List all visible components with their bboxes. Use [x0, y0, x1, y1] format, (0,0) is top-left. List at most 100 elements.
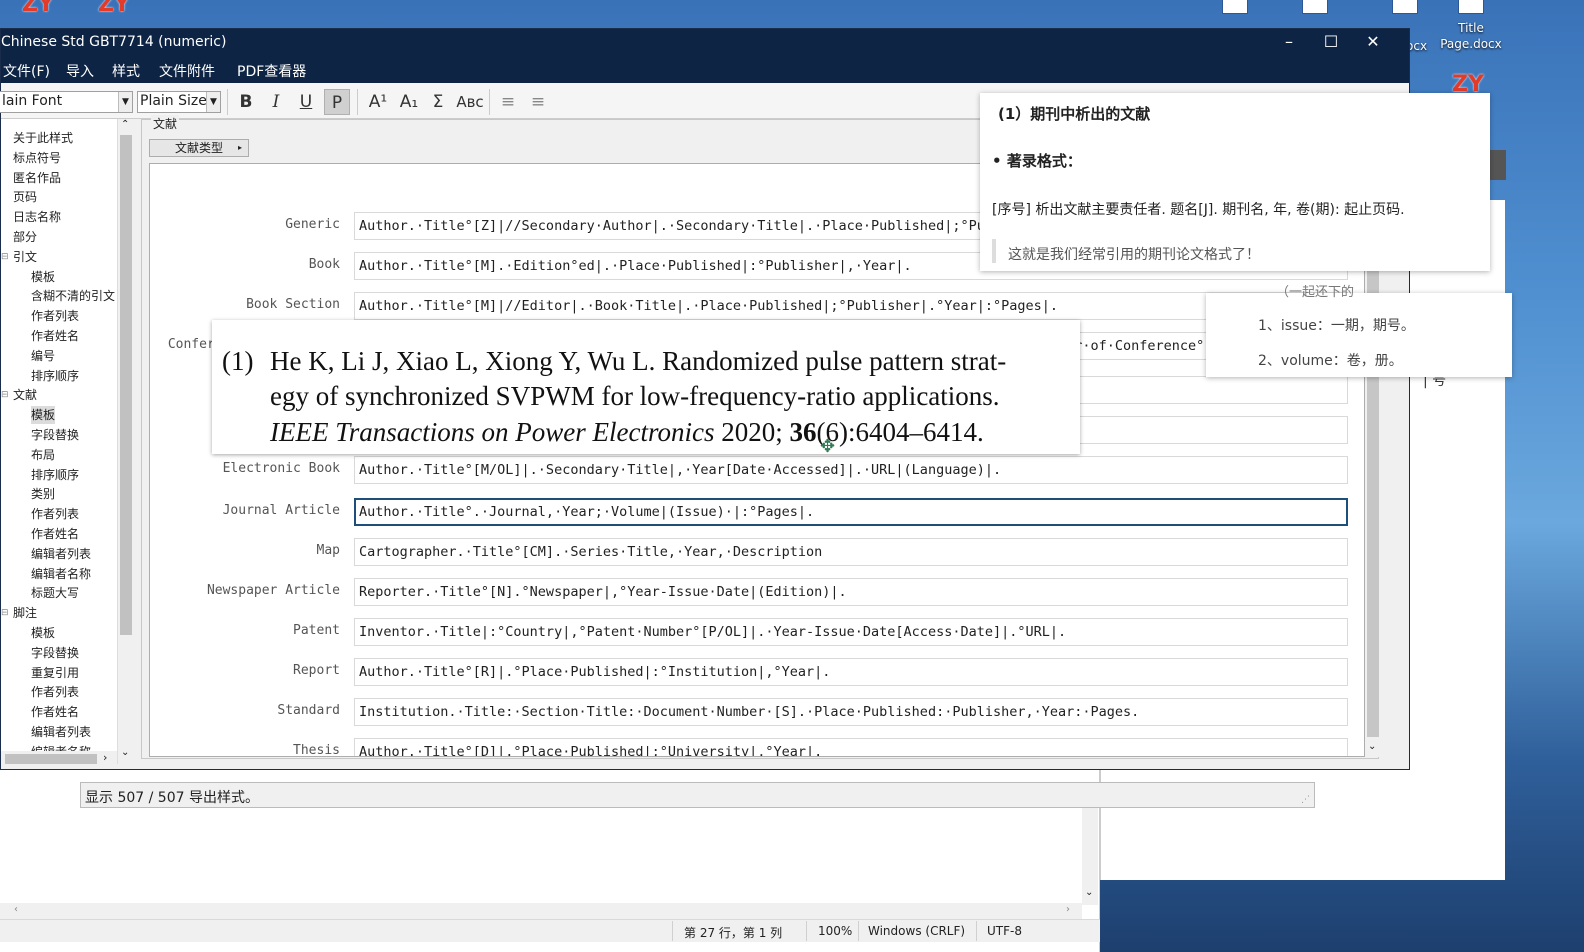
align-center-button[interactable]: ≡	[525, 89, 551, 115]
field-label: Thesis	[293, 743, 340, 757]
tree-item[interactable]: 作者列表	[31, 505, 79, 523]
close-icon[interactable]: ✕	[1353, 31, 1393, 55]
template-field[interactable]: Author.·Title°[M]|//Editor|.·Book·Title|…	[354, 292, 1348, 320]
field-label: Standard	[277, 703, 340, 718]
chevron-left-icon[interactable]: ‹	[14, 904, 18, 915]
italic-button[interactable]: I	[263, 89, 289, 115]
subscript-button[interactable]: A₁	[396, 89, 422, 115]
menu-pdf-viewer[interactable]: PDF查看器	[237, 61, 306, 81]
menu-file[interactable]: 文件(F)	[3, 61, 50, 81]
template-field[interactable]: Cartographer.·Title°[CM].·Series·Title,·…	[354, 538, 1348, 566]
popup-note: 这就是我们经常引用的期刊论文格式了！	[1008, 247, 1260, 263]
size-combo[interactable]: Plain Size ▼	[137, 91, 221, 113]
tree-item[interactable]: 字段替换	[31, 644, 79, 662]
align-left-button[interactable]: ≡	[495, 89, 521, 115]
zy-badge: ZY	[98, 0, 130, 17]
tree-item[interactable]: 编辑者名称	[31, 565, 91, 583]
plain-button[interactable]: P	[324, 89, 350, 115]
tree-item[interactable]: 字段替换	[31, 426, 79, 444]
tree-item[interactable]: 编辑者列表	[31, 545, 91, 563]
tree-item[interactable]: 排序顺序	[31, 466, 79, 484]
template-field[interactable]: Inventor.·Title|:°Country|,°Patent·Numbe…	[354, 618, 1348, 646]
tree-item[interactable]: 作者姓名	[31, 525, 79, 543]
minimize-icon[interactable]: –	[1269, 31, 1309, 55]
chevron-down-icon[interactable]: ⌄	[1085, 887, 1093, 898]
field-label: Newspaper Article	[206, 583, 340, 598]
word-doc-icon	[1302, 0, 1328, 14]
scrollbar-thumb[interactable]	[5, 754, 97, 764]
desktop-icon-doc[interactable]	[1290, 0, 1340, 14]
template-field[interactable]: Author.·Title°[R]|.°Place·Published|:°In…	[354, 658, 1348, 686]
chevron-down-icon[interactable]: ⌄	[1368, 741, 1376, 752]
reference-type-button[interactable]: 文献类型 ▸	[149, 139, 249, 157]
chevron-right-icon[interactable]: ›	[103, 751, 107, 764]
tree-item[interactable]: 标点符号	[13, 149, 61, 167]
notepad-horizontal-scrollbar[interactable]: ‹ ›	[0, 903, 1082, 919]
bold-button[interactable]: B	[233, 89, 259, 115]
resize-grip-icon[interactable]: ⋰	[1301, 795, 1310, 805]
menu-style[interactable]: 样式	[112, 61, 140, 81]
font-combo[interactable]: lain Font ▼	[0, 91, 133, 113]
tree-vertical-scrollbar[interactable]: ⌃ ⌄	[117, 119, 133, 764]
superscript-button[interactable]: A¹	[365, 89, 391, 115]
tree-item[interactable]: 引文	[13, 248, 37, 266]
tree-item[interactable]: 标题大写	[31, 584, 79, 602]
title-bar[interactable]: Chinese Std GBT7714 (numeric) – ☐ ✕	[1, 29, 1409, 57]
tree-item[interactable]: 重复引用	[31, 664, 79, 682]
template-field[interactable]: Reporter.·Title°[N].°Newspaper|,°Year-Is…	[354, 578, 1348, 606]
tree-item[interactable]: 模板	[31, 624, 55, 642]
tree-item[interactable]: 匿名作品	[13, 169, 61, 187]
chevron-down-icon[interactable]: ▼	[206, 92, 220, 112]
tree-horizontal-scrollbar[interactable]: ›	[1, 751, 117, 767]
maximize-icon[interactable]: ☐	[1311, 31, 1351, 55]
tree-item[interactable]: 模板	[31, 406, 56, 425]
word-doc-icon	[1392, 0, 1418, 14]
expander-icon[interactable]: ⊟	[1, 604, 9, 622]
desktop-icon-title-page[interactable]: Title Page.docx	[1436, 0, 1506, 52]
chevron-right-icon[interactable]: ›	[1066, 904, 1070, 915]
template-field[interactable]: Author.·Title°[M/OL]|.·Secondary·Title|,…	[354, 456, 1348, 484]
tree-item[interactable]: 部分	[13, 228, 37, 246]
symbol-button[interactable]: Σ	[425, 89, 451, 115]
expander-icon[interactable]: ⊟	[1, 386, 9, 404]
popup-bullet: 著录格式：	[1006, 152, 1082, 170]
underline-button[interactable]: U	[293, 89, 319, 115]
tree-item[interactable]: 排序顺序	[31, 367, 79, 385]
template-field[interactable]: Institution.·Title:·Section·Title:·Docum…	[354, 698, 1348, 726]
menu-import[interactable]: 导入	[66, 61, 94, 81]
tree-item[interactable]: 模板	[31, 268, 55, 286]
citation-issue-pages: (6):6404–6414.	[816, 417, 984, 447]
notepad-status-bar: 第 27 行，第 1 列 100% Windows (CRLF) UTF-8	[0, 919, 1100, 942]
menu-attachments[interactable]: 文件附件	[159, 61, 215, 81]
tree-item[interactable]: 作者列表	[31, 307, 79, 325]
tree-item[interactable]: 文献	[13, 386, 37, 404]
tree-item[interactable]: 日志名称	[13, 208, 61, 226]
tree-item[interactable]: 页码	[13, 188, 37, 206]
tree-item[interactable]: 作者姓名	[31, 327, 79, 345]
citation-line-2: egy of synchronized SVPWM for low-freque…	[270, 381, 1000, 411]
desktop-icon-ocx[interactable]: ocx	[1380, 0, 1430, 53]
citation-year: 2020;	[721, 417, 783, 447]
field-label: Report	[293, 663, 340, 678]
chevron-up-icon[interactable]: ⌃	[121, 119, 129, 130]
scrollbar-thumb[interactable]	[120, 135, 132, 635]
tree-item[interactable]: 关于此样式	[13, 129, 73, 147]
template-field[interactable]: Author.·Title°.·Journal,·Year;·Volume|(I…	[354, 498, 1348, 526]
notepad-vertical-scrollbar[interactable]: ⌄	[1082, 805, 1098, 905]
chevron-down-icon[interactable]: ▼	[118, 92, 132, 112]
template-field[interactable]: Author.·Title°[D]|.°Place·Published|;°Un…	[354, 738, 1348, 756]
tree-item[interactable]: 作者列表	[31, 683, 79, 701]
chevron-down-icon[interactable]: ⌄	[121, 747, 129, 758]
tree-item[interactable]: 编辑者列表	[31, 723, 91, 741]
popup-partial-text: （一起还下的	[1276, 285, 1355, 300]
tree-item[interactable]: 编号	[31, 347, 55, 365]
tree-item[interactable]: 作者姓名	[31, 703, 79, 721]
tree-item[interactable]: 类别	[31, 485, 55, 503]
expander-icon[interactable]: ⊟	[1, 248, 9, 266]
desktop-icon-doc[interactable]	[1210, 0, 1260, 14]
tree-item[interactable]: 含糊不清的引文	[31, 287, 115, 305]
field-label: Electronic Book	[222, 461, 340, 476]
small-caps-button[interactable]: Aʙᴄ	[453, 89, 487, 115]
tree-item[interactable]: 脚注	[13, 604, 37, 622]
tree-item[interactable]: 布局	[31, 446, 55, 464]
